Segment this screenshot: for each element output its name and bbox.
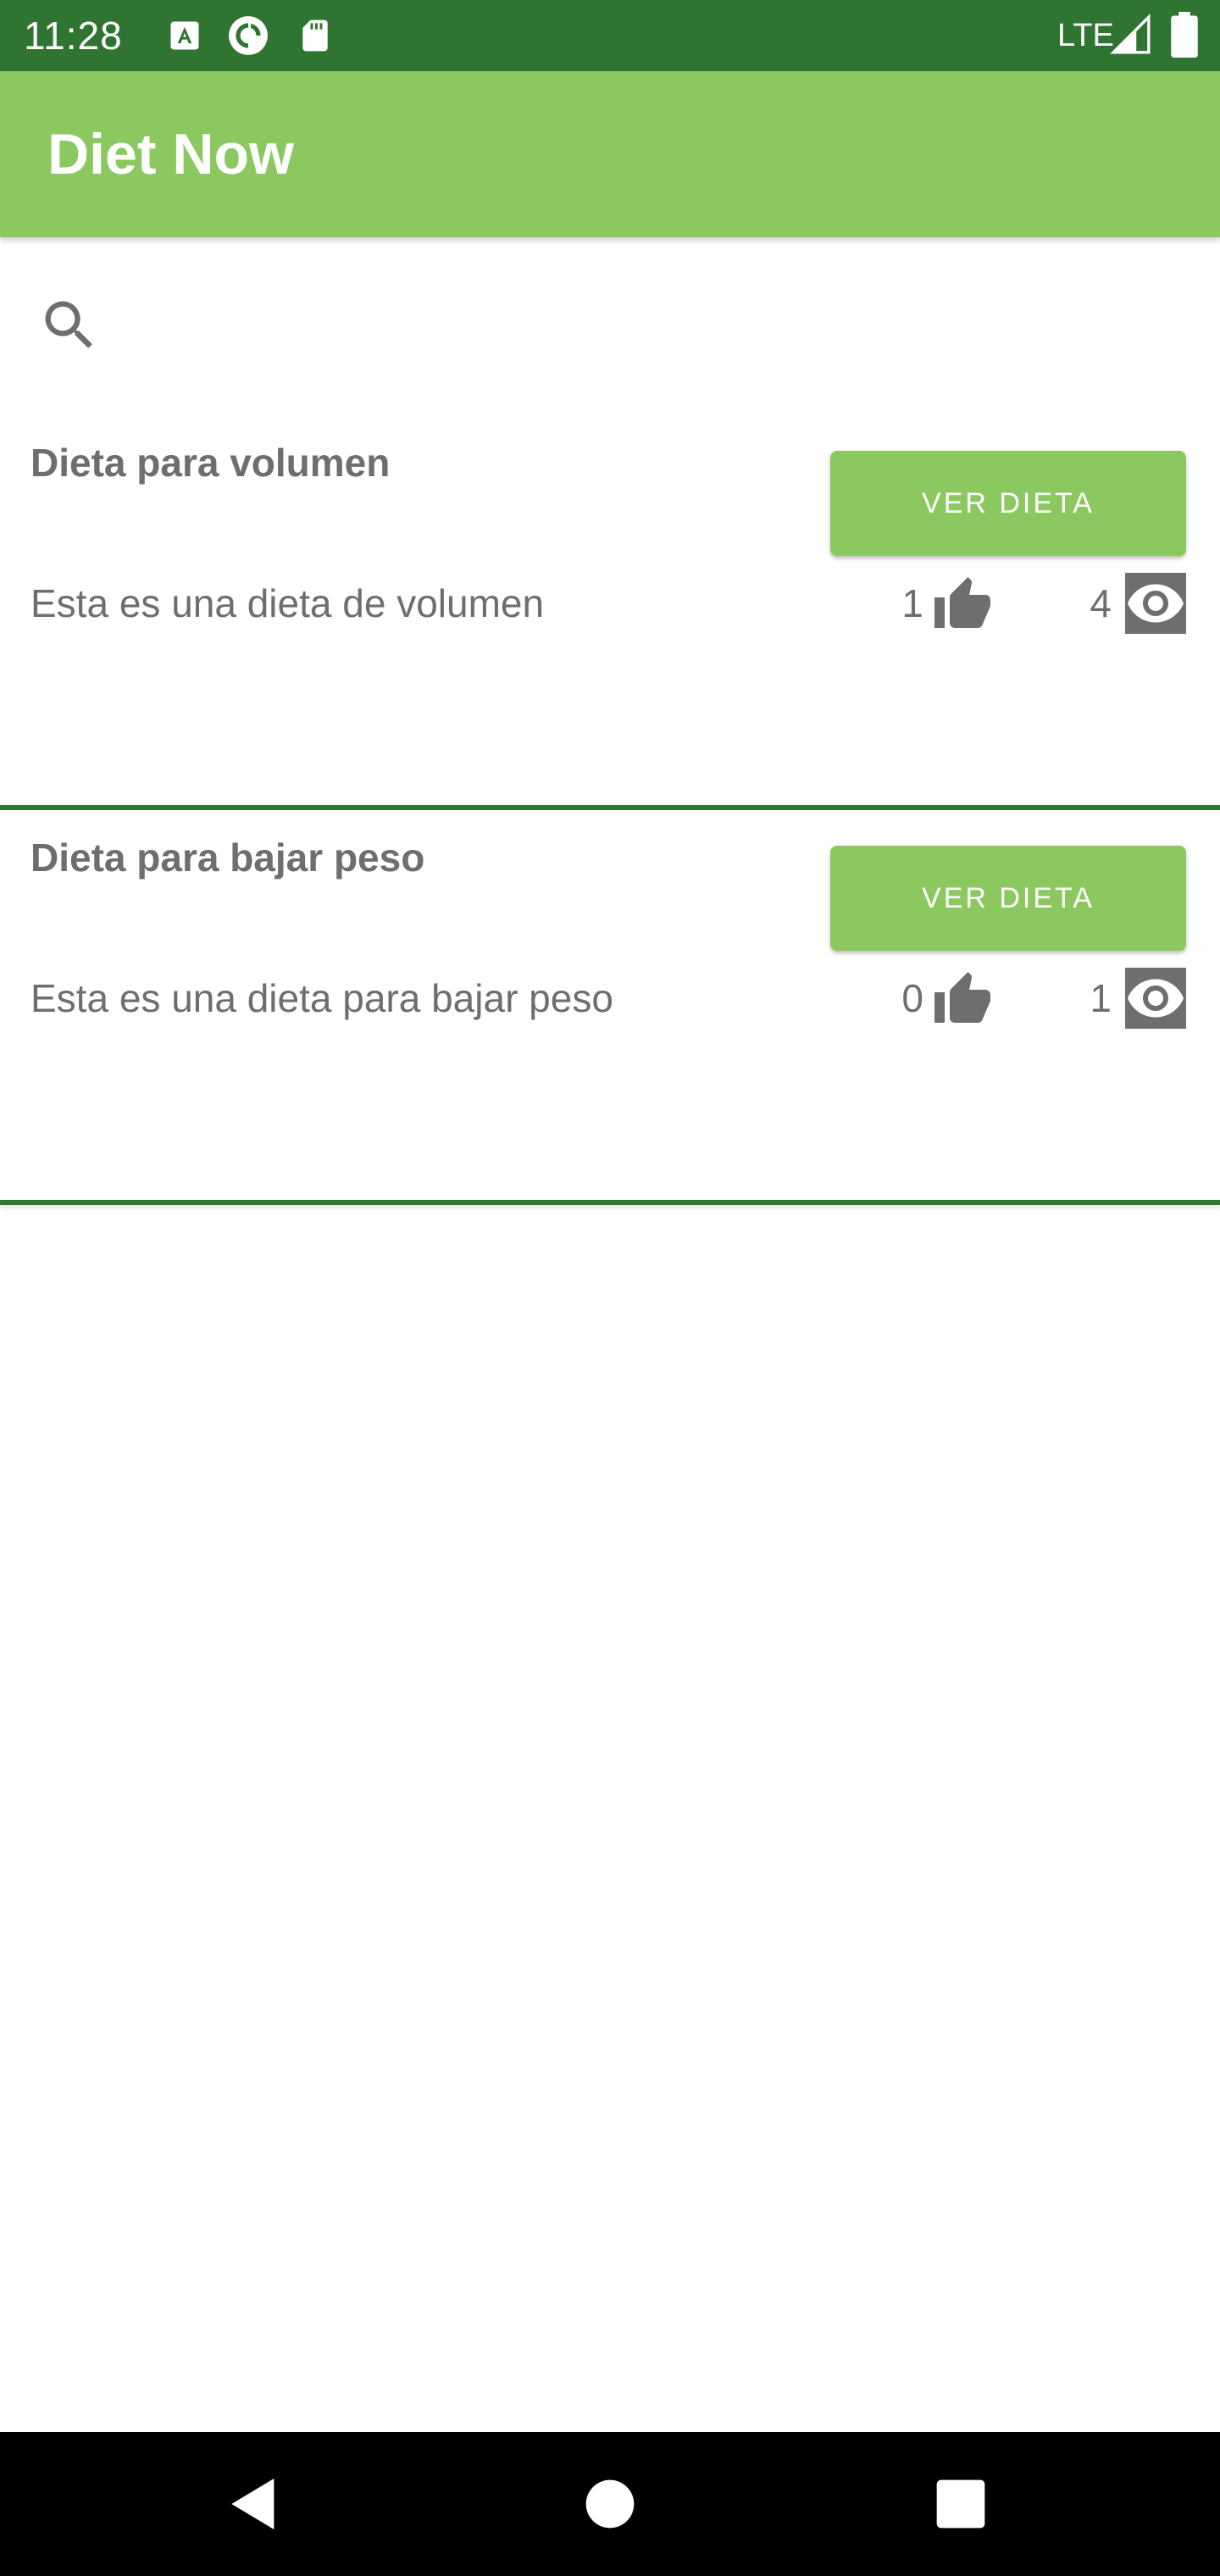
eye-icon (1125, 573, 1186, 634)
status-bar: 11:28 LTE (0, 0, 1220, 71)
back-icon[interactable] (220, 2470, 288, 2538)
status-time: 11:28 (24, 14, 123, 58)
like-count: 1 (901, 581, 923, 625)
recents-icon[interactable] (927, 2470, 995, 2538)
view-count: 4 (1090, 581, 1112, 625)
pocket-casts-icon (229, 16, 268, 55)
sd-card-icon (302, 19, 328, 52)
home-icon[interactable] (576, 2470, 644, 2538)
signal-icon (1110, 14, 1151, 54)
eye-icon (1125, 968, 1186, 1029)
diet-card: Dieta para bajar peso VER DIETA Esta es … (0, 810, 1220, 1205)
diet-title: Dieta para bajar peso (30, 836, 425, 880)
diet-description: Esta es una dieta para bajar peso (30, 976, 613, 1020)
diet-card: Dieta para volumen VER DIETA Esta es una… (0, 415, 1220, 810)
view-count: 1 (1090, 976, 1112, 1020)
ver-dieta-button[interactable]: VER DIETA (830, 451, 1186, 556)
thumb-up-icon[interactable] (932, 969, 993, 1030)
app-title: Diet Now (47, 122, 294, 186)
search-bar[interactable] (0, 237, 1220, 407)
app-bar: Diet Now (0, 71, 1220, 237)
ver-dieta-button[interactable]: VER DIETA (830, 846, 1186, 951)
network-type: LTE (1057, 18, 1114, 53)
font-a-icon (170, 21, 199, 50)
diet-description: Esta es una dieta de volumen (30, 581, 545, 625)
search-icon[interactable] (37, 293, 102, 358)
like-count: 0 (901, 976, 923, 1020)
navigation-bar (0, 2432, 1220, 2576)
diet-title: Dieta para volumen (30, 441, 391, 485)
battery-icon (1171, 12, 1198, 58)
thumb-up-icon[interactable] (932, 575, 993, 636)
